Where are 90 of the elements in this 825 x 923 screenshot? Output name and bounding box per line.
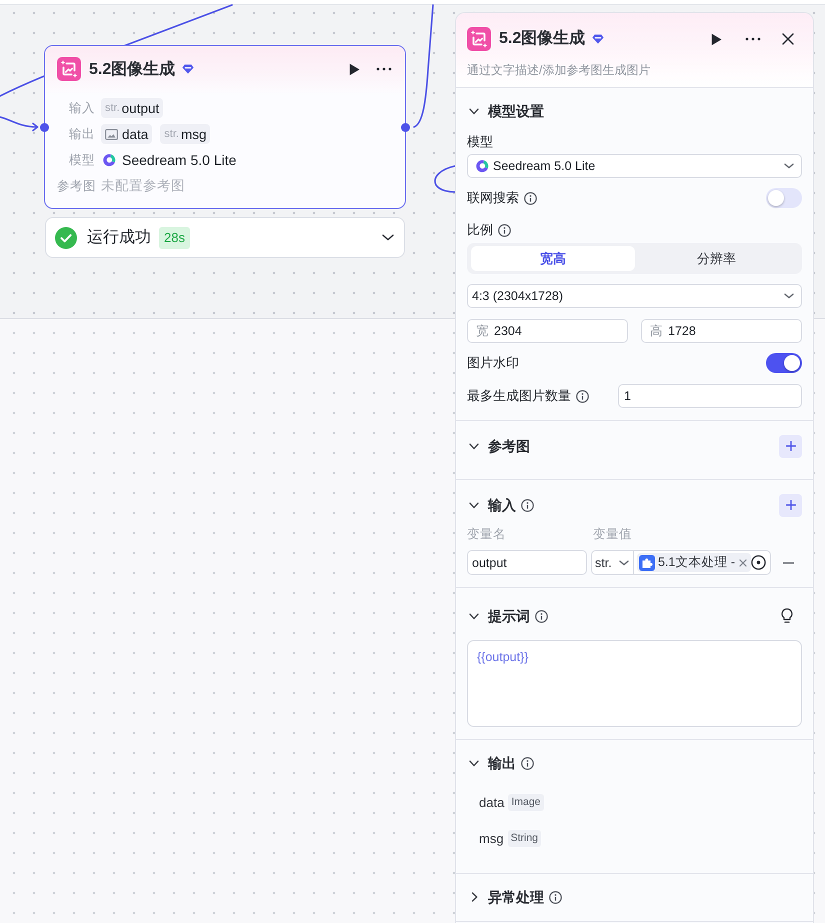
info-icon[interactable] [498,224,511,236]
section-title: 异常处理 [488,888,544,907]
panel-description: 通过文字描述/添加参考图生成图片 [467,63,652,77]
model-select[interactable]: Seedream 5.0 Lite [467,154,802,178]
chevron-down-icon[interactable] [469,442,479,450]
output-name: msg [479,830,504,846]
field-label: 输入 [68,100,95,116]
toggle-switch[interactable] [766,353,802,373]
port-dot[interactable] [401,123,410,132]
section-title: 输入 [488,496,516,515]
model-logo-icon [475,159,489,173]
ratio-select[interactable]: 4:3 (2304x1728) [467,284,802,308]
gem-icon [182,64,194,74]
field-label: 最多生成图片数量 [467,388,571,404]
field-label: 比例 [467,222,493,238]
model-name: Seedream 5.0 Lite [122,152,236,168]
field-label: 参考图 [57,178,95,194]
minus-icon[interactable] [783,562,794,564]
lightbulb-icon[interactable] [781,608,793,624]
field-label: 联网搜索 [467,190,519,206]
section-title: 模型设置 [488,102,544,121]
type-label: Image [508,794,544,810]
model-logo-icon [102,153,116,167]
play-icon[interactable] [711,32,722,46]
variable-name: data [122,126,148,142]
add-button[interactable] [779,494,802,516]
status-label: 运行成功 [87,228,151,248]
gem-icon [592,34,604,44]
empty-value-text: 未配置参考图 [101,177,185,195]
section-title: 参考图 [488,437,530,456]
close-icon[interactable] [782,33,794,45]
info-icon[interactable] [549,890,562,904]
panel-title: 5.2图像生成 [499,28,586,49]
height-field[interactable]: 高 1728 [641,319,802,343]
chevron-right-icon[interactable] [471,892,478,902]
type-select[interactable]: str. [592,551,634,574]
source-chip[interactable]: 5.1文本处理 - [636,553,751,572]
play-icon[interactable] [349,62,360,76]
check-circle-icon [55,226,77,248]
width-field[interactable]: 宽 2304 [467,319,628,343]
segment-tab[interactable]: 宽高 [471,246,634,271]
source-label: 5.1文本处理 - [658,554,735,571]
image-icon [105,128,118,140]
node-title: 5.2图像生成 [89,60,176,80]
puzzle-icon [638,554,655,570]
chevron-down-icon[interactable] [382,234,394,241]
type-label: String [508,830,541,846]
variable-name-field[interactable]: output [467,550,587,575]
section-title: 提示词 [488,607,530,626]
port-dot[interactable] [40,123,49,132]
info-icon[interactable] [535,610,548,622]
output-name: data [479,794,504,810]
variable-name: output [122,100,160,116]
column-header: 变量名 [467,526,507,542]
duration-label: 28s [159,226,190,248]
prompt-field[interactable]: {{output}} [467,640,802,727]
more-icon[interactable] [376,67,392,71]
field-prefix: 高 [650,322,663,340]
chevron-down-icon[interactable] [469,108,479,114]
image-sparkle-icon [467,27,491,51]
run-status-bar[interactable]: 运行成功 28s [45,217,405,258]
field-label: 模型 [467,134,493,150]
chevron-down-icon[interactable] [469,502,479,508]
chevron-down-icon[interactable] [469,760,479,766]
variable-value-field[interactable]: str. 5.1文本处理 - [591,550,771,575]
image-sparkle-icon [57,57,81,81]
section-title: 输出 [488,754,516,773]
type-label: str. [105,102,120,114]
plus-icon [786,500,796,510]
connector-line [434,165,456,193]
info-icon[interactable] [576,390,589,402]
field-label: 图片水印 [467,355,519,371]
type-label: str. [164,128,179,140]
chevron-down-icon[interactable] [469,612,479,620]
info-icon[interactable] [521,498,534,512]
plus-icon [786,441,796,451]
field-label: 输出 [68,126,95,142]
target-icon[interactable] [751,555,766,570]
column-header: 变量值 [592,526,633,542]
field-prefix: 宽 [476,322,489,340]
variable-name: msg [180,126,206,142]
add-button[interactable] [779,434,802,458]
info-icon[interactable] [521,756,534,770]
field-label: 模型 [68,152,95,168]
connector-arrow [0,116,38,132]
more-icon[interactable] [745,37,761,41]
toggle-switch[interactable] [766,188,802,208]
segment-tab[interactable]: 分辨率 [634,246,798,271]
info-icon[interactable] [524,192,537,204]
count-field[interactable]: 1 [618,384,802,408]
